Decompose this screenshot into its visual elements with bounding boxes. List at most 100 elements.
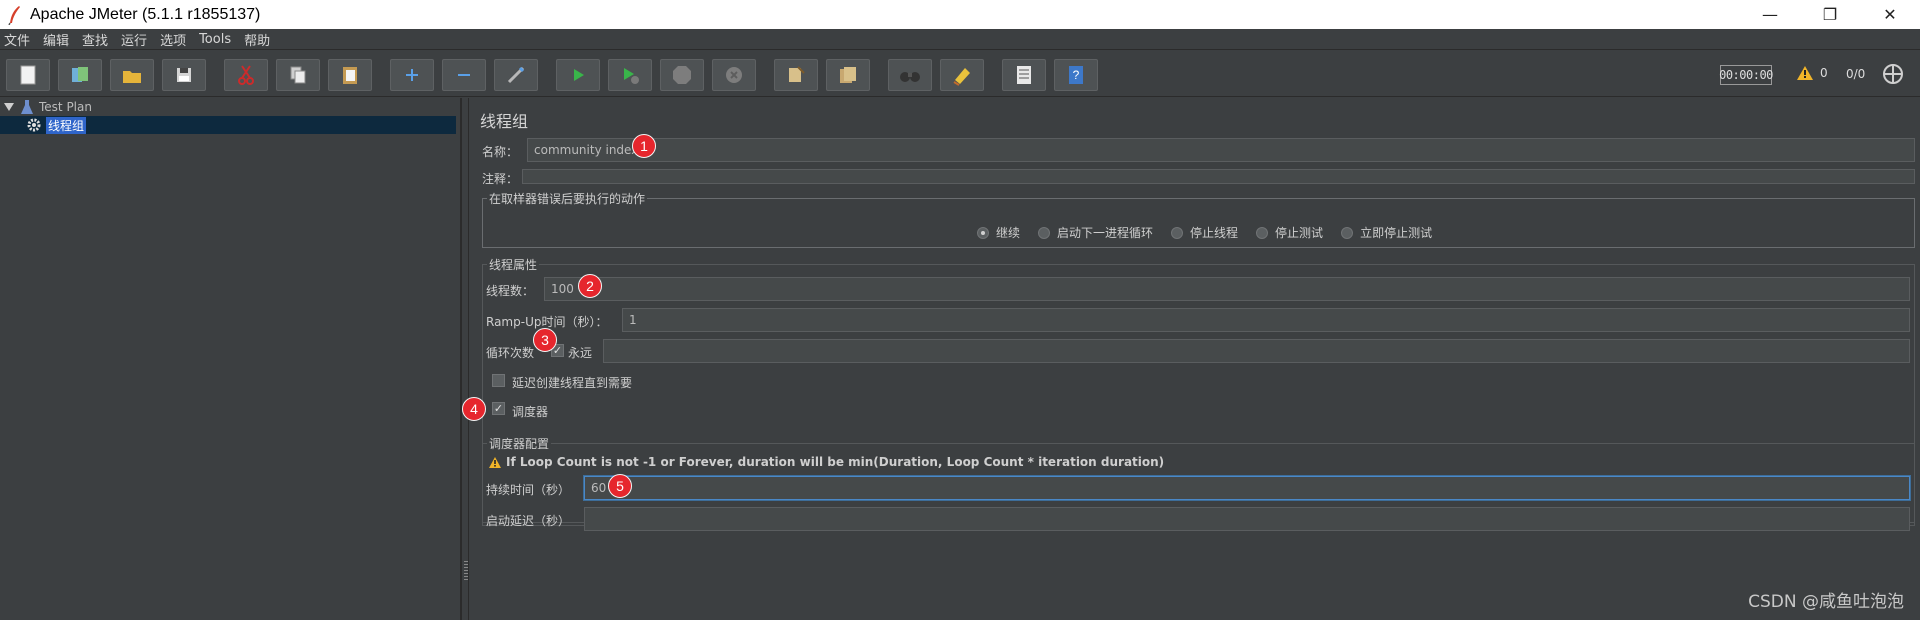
expand-button[interactable]	[390, 59, 434, 91]
remote-status[interactable]	[1882, 63, 1904, 89]
name-label: 名称：	[482, 145, 519, 159]
menu-search[interactable]: 查找	[82, 30, 108, 49]
radio-continue-dot[interactable]	[977, 226, 989, 239]
toggle-button[interactable]	[494, 59, 538, 91]
radio-start-next-loop-dot[interactable]	[1038, 226, 1051, 239]
new-button[interactable]	[6, 59, 50, 91]
expand-triangle-icon[interactable]	[4, 103, 14, 111]
delay-thread-creation-checkbox[interactable]	[492, 374, 505, 387]
save-button[interactable]	[162, 59, 206, 91]
minimize-button[interactable]: —	[1740, 0, 1800, 29]
tree-node-test-plan[interactable]: Test Plan	[4, 98, 92, 116]
menu-run[interactable]: 运行	[121, 30, 147, 49]
comment-label: 注释：	[482, 172, 519, 186]
scheduler-checkbox[interactable]: ✓	[492, 402, 505, 415]
annotation-badge-4: 4	[462, 397, 486, 421]
active-threads-ratio: 0/0	[1846, 67, 1866, 81]
scheduler-warning-text: If Loop Count is not -1 or Forever, dura…	[506, 455, 1165, 469]
play-icon	[574, 69, 584, 81]
on-error-group: 在取样器错误后要执行的动作 继续 启动下一进程循环 停止线程 停止测试 立即停止…	[482, 190, 1915, 248]
templates-icon	[72, 67, 88, 82]
plus-icon	[406, 69, 418, 81]
stop-icon	[673, 66, 691, 84]
clear-broom-icon	[789, 66, 805, 82]
paste-icon	[343, 67, 357, 84]
radio-stop-thread-dot[interactable]	[1171, 226, 1184, 239]
warning-count: 0	[1820, 66, 1828, 80]
menu-help[interactable]: 帮助	[244, 30, 270, 49]
radio-stop-test-now[interactable]: 立即停止测试	[1341, 224, 1432, 241]
annotation-badge-3: 3	[533, 328, 557, 352]
radio-stop-test-dot[interactable]	[1256, 226, 1269, 239]
scheduler-label: 调度器	[512, 405, 549, 419]
search-button[interactable]	[888, 59, 932, 91]
panel-title: 线程组	[480, 112, 529, 131]
paste-button[interactable]	[328, 59, 372, 91]
function-helper-button[interactable]	[1002, 59, 1046, 91]
thread-group-gear-icon	[27, 118, 41, 132]
duration-input[interactable]: 60	[584, 476, 1910, 500]
help-icon: ?	[1069, 66, 1083, 84]
duration-label: 持续时间（秒）	[486, 483, 571, 497]
copy-button[interactable]	[276, 59, 320, 91]
menu-edit[interactable]: 编辑	[43, 30, 69, 49]
close-button[interactable]: ✕	[1860, 0, 1920, 29]
reset-search-button[interactable]	[940, 59, 984, 91]
warning-icon	[1797, 66, 1813, 80]
collapse-button[interactable]	[442, 59, 486, 91]
name-input[interactable]: community index	[527, 138, 1915, 162]
shutdown-icon	[726, 67, 742, 83]
rampup-input[interactable]: 1	[622, 308, 1910, 332]
start-no-pauses-button[interactable]	[608, 59, 652, 91]
help-button[interactable]: ?	[1054, 59, 1098, 91]
toolbar: ? 00:00:00 0 0/0	[0, 51, 1920, 97]
scheduler-config-legend: 调度器配置	[489, 437, 550, 451]
start-button[interactable]	[556, 59, 600, 91]
copy-icon	[290, 66, 306, 84]
radio-stop-test-now-dot[interactable]	[1341, 226, 1354, 239]
tree-node-thread-group[interactable]: 线程组	[0, 116, 456, 134]
title-bar: Apache JMeter (5.1.1 r1855137) — ❐ ✕	[0, 0, 1920, 29]
watermark: CSDN @咸鱼吐泡泡	[1748, 592, 1904, 612]
warning-icon	[489, 456, 501, 468]
clear-all-button[interactable]	[826, 59, 870, 91]
warning-indicator[interactable]: 0	[1796, 65, 1828, 81]
annotation-badge-1: 1	[632, 134, 656, 158]
shutdown-button[interactable]	[712, 59, 756, 91]
loop-count-input[interactable]	[603, 339, 1910, 363]
clear-button[interactable]	[774, 59, 818, 91]
splitter-grip[interactable]	[464, 561, 468, 581]
stop-button[interactable]	[660, 59, 704, 91]
menu-tools[interactable]: Tools	[199, 32, 231, 47]
panel-splitter[interactable]	[461, 98, 469, 620]
radio-stop-test[interactable]: 停止测试	[1256, 224, 1323, 241]
menu-options[interactable]: 选项	[160, 30, 186, 49]
on-error-legend: 在取样器错误后要执行的动作	[489, 192, 646, 206]
list-icon	[1017, 66, 1031, 84]
startup-delay-input[interactable]	[584, 507, 1910, 531]
on-error-options: 继续 启动下一进程循环 停止线程 停止测试 立即停止测试	[977, 224, 1450, 241]
open-button[interactable]	[110, 59, 154, 91]
test-plan-flask-icon	[21, 100, 33, 114]
minus-icon	[458, 74, 470, 76]
delay-thread-creation-label: 延迟创建线程直到需要	[512, 376, 633, 390]
comment-input[interactable]	[522, 169, 1915, 184]
cut-icon	[238, 65, 254, 85]
scheduler-warning: If Loop Count is not -1 or Forever, dura…	[488, 455, 1164, 469]
radio-start-next-loop[interactable]: 启动下一进程循环	[1038, 224, 1153, 241]
menu-bar: 文件 编辑 查找 运行 选项 Tools 帮助	[0, 29, 1920, 50]
radio-stop-thread[interactable]: 停止线程	[1171, 224, 1238, 241]
new-file-icon	[20, 65, 36, 85]
templates-button[interactable]	[58, 59, 102, 91]
menu-file[interactable]: 文件	[4, 30, 30, 49]
annotation-badge-5: 5	[608, 474, 632, 498]
forever-label: 永远	[568, 346, 593, 360]
save-icon	[177, 68, 191, 82]
restore-button[interactable]: ❐	[1800, 0, 1860, 29]
cut-button[interactable]	[224, 59, 268, 91]
thread-count-input[interactable]: 100	[544, 277, 1910, 301]
annotation-badge-2: 2	[578, 274, 602, 298]
radio-continue[interactable]: 继续	[977, 224, 1020, 241]
tree-label-test-plan: Test Plan	[39, 100, 92, 114]
clear-all-icon	[840, 67, 856, 83]
